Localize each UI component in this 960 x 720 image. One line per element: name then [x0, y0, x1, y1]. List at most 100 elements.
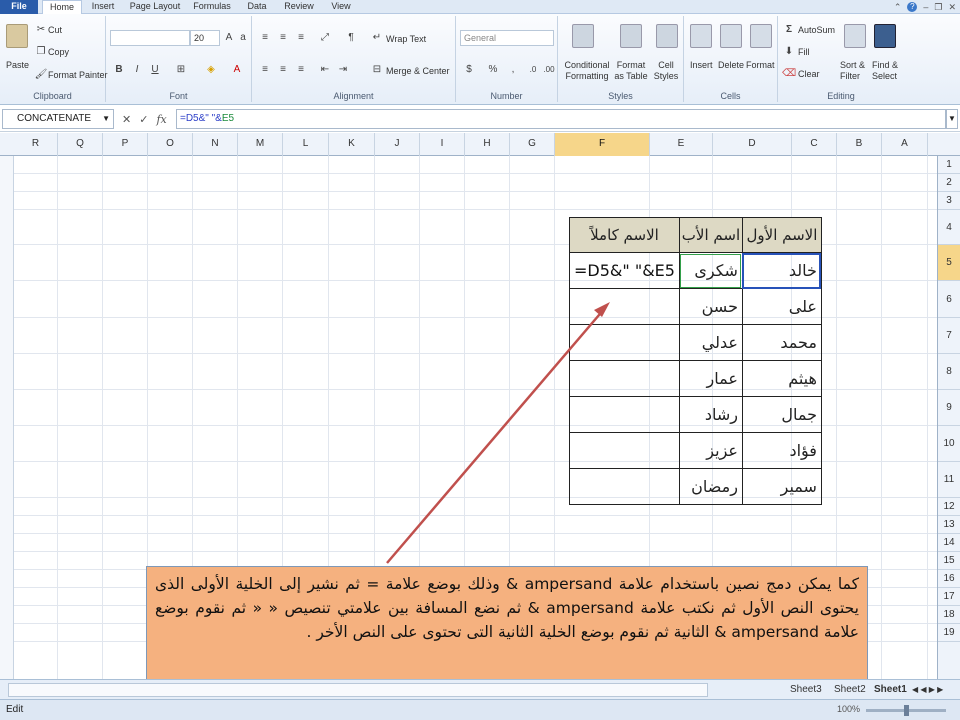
- decrease-decimal-icon[interactable]: .00: [542, 64, 556, 76]
- row-header-17[interactable]: 17: [938, 588, 960, 606]
- zoom-knob[interactable]: [904, 705, 909, 716]
- column-header-i[interactable]: I: [420, 133, 465, 156]
- sheet-tab-1[interactable]: Sheet1: [874, 682, 907, 698]
- row-header-18[interactable]: 18: [938, 606, 960, 624]
- bold-icon[interactable]: B: [112, 64, 126, 76]
- row-header-19[interactable]: 19: [938, 624, 960, 642]
- ribbon-minimize-icon[interactable]: ⌃: [894, 2, 902, 13]
- cell-area[interactable]: الاسم الأول اسم الأب الاسم كاملاً خالد ش…: [14, 156, 937, 679]
- wrap-text-button[interactable]: Wrap Text: [386, 34, 426, 44]
- font-size-select[interactable]: 20: [190, 30, 220, 46]
- restore-icon[interactable]: ❐: [934, 2, 942, 13]
- font-name-select[interactable]: [110, 30, 190, 46]
- tab-home[interactable]: Home: [42, 0, 82, 15]
- number-format-select[interactable]: General: [460, 30, 554, 46]
- close-icon[interactable]: ✕: [948, 2, 956, 13]
- autosum-button[interactable]: AutoSum: [798, 25, 835, 35]
- column-header-k[interactable]: K: [329, 133, 375, 156]
- format-as-table-button[interactable]: Format as Table: [612, 60, 650, 82]
- row-header-8[interactable]: 8: [938, 354, 960, 390]
- zoom-slider[interactable]: [866, 705, 946, 716]
- column-header-j[interactable]: J: [375, 133, 420, 156]
- sheet-tab-3[interactable]: Sheet3: [790, 682, 822, 698]
- align-top-icon[interactable]: ≡: [258, 32, 272, 44]
- cell-styles-button[interactable]: Cell Styles: [650, 60, 682, 82]
- row-header-5[interactable]: 5: [938, 245, 960, 281]
- align-right-icon[interactable]: ≡: [294, 64, 308, 76]
- sheet-tab-2[interactable]: Sheet2: [834, 682, 866, 698]
- row-header-1[interactable]: 1: [938, 156, 960, 174]
- tab-view[interactable]: View: [326, 0, 356, 14]
- row-header-9[interactable]: 9: [938, 390, 960, 426]
- column-header-e[interactable]: E: [650, 133, 713, 156]
- column-header-m[interactable]: M: [238, 133, 283, 156]
- column-header-p[interactable]: P: [103, 133, 148, 156]
- currency-icon[interactable]: $: [462, 64, 476, 76]
- column-header-l[interactable]: L: [283, 133, 329, 156]
- align-middle-icon[interactable]: ≡: [276, 32, 290, 44]
- column-header-f[interactable]: F: [555, 133, 650, 156]
- row-header-2[interactable]: 2: [938, 174, 960, 192]
- tab-review[interactable]: Review: [280, 0, 318, 14]
- italic-icon[interactable]: I: [130, 64, 144, 76]
- delete-button[interactable]: Delete: [718, 60, 744, 70]
- tab-file[interactable]: File: [0, 0, 38, 14]
- enter-icon[interactable]: ✓: [139, 113, 148, 126]
- cancel-icon[interactable]: ✕: [122, 113, 131, 126]
- align-left-icon[interactable]: ≡: [258, 64, 272, 76]
- chevron-down-icon[interactable]: ▼: [102, 110, 110, 128]
- format-button[interactable]: Format: [746, 60, 775, 70]
- orientation-icon[interactable]: ⤢: [318, 32, 332, 44]
- insert-button[interactable]: Insert: [690, 60, 713, 70]
- row-header-3[interactable]: 3: [938, 192, 960, 210]
- help-icon[interactable]: ?: [907, 2, 918, 12]
- format-painter-button[interactable]: Format Painter: [48, 70, 108, 80]
- tab-formulas[interactable]: Formulas: [190, 0, 234, 14]
- merge-center-button[interactable]: Merge & Center: [386, 66, 450, 76]
- expand-formula-icon[interactable]: ▼: [946, 109, 958, 129]
- clear-button[interactable]: Clear: [798, 69, 820, 79]
- horizontal-scrollbar[interactable]: [8, 683, 708, 697]
- row-header-7[interactable]: 7: [938, 318, 960, 354]
- font-color-icon[interactable]: A: [230, 64, 244, 76]
- borders-icon[interactable]: ⊞: [174, 64, 188, 76]
- minimize-icon[interactable]: –: [923, 2, 928, 12]
- align-center-icon[interactable]: ≡: [276, 64, 290, 76]
- increase-decimal-icon[interactable]: .0: [526, 64, 540, 76]
- row-header-13[interactable]: 13: [938, 516, 960, 534]
- rtl-icon[interactable]: ¶: [344, 32, 358, 44]
- paste-button[interactable]: Paste: [6, 60, 29, 70]
- row-header-10[interactable]: 10: [938, 426, 960, 462]
- find-select-button[interactable]: Find & Select: [872, 60, 904, 82]
- vertical-scrollbar[interactable]: [0, 156, 14, 679]
- row-header-6[interactable]: 6: [938, 281, 960, 318]
- column-header-g[interactable]: G: [510, 133, 555, 156]
- sort-filter-button[interactable]: Sort & Filter: [840, 60, 872, 82]
- tab-data[interactable]: Data: [242, 0, 272, 14]
- tab-page-layout[interactable]: Page Layout: [128, 0, 182, 14]
- zoom-level[interactable]: 100%: [837, 704, 860, 714]
- conditional-formatting-button[interactable]: Conditional Formatting: [562, 60, 612, 82]
- row-header-4[interactable]: 4: [938, 210, 960, 245]
- fill-color-icon[interactable]: ◈: [204, 64, 218, 76]
- column-header-h[interactable]: H: [465, 133, 510, 156]
- copy-button[interactable]: Copy: [48, 47, 69, 57]
- sheet-nav-icon[interactable]: ◀ ◀ ▶ ▶: [912, 682, 943, 698]
- row-header-12[interactable]: 12: [938, 498, 960, 516]
- row-header-11[interactable]: 11: [938, 462, 960, 498]
- column-header-d[interactable]: D: [713, 133, 792, 156]
- tab-insert[interactable]: Insert: [88, 0, 118, 14]
- increase-indent-icon[interactable]: ⇥: [336, 64, 350, 76]
- column-header-a[interactable]: A: [882, 133, 928, 156]
- grow-font-icon[interactable]: A: [222, 32, 236, 44]
- name-box[interactable]: CONCATENATE ▼: [2, 109, 114, 129]
- decrease-indent-icon[interactable]: ⇤: [318, 64, 332, 76]
- column-header-q[interactable]: Q: [58, 133, 103, 156]
- column-header-b[interactable]: B: [837, 133, 882, 156]
- align-bottom-icon[interactable]: ≡: [294, 32, 308, 44]
- formula-input[interactable]: =D5&" "&E5: [176, 109, 946, 129]
- comma-icon[interactable]: ,: [506, 64, 520, 76]
- insert-function-icon[interactable]: fx: [156, 113, 166, 126]
- column-header-c[interactable]: C: [792, 133, 837, 156]
- column-header-o[interactable]: O: [148, 133, 193, 156]
